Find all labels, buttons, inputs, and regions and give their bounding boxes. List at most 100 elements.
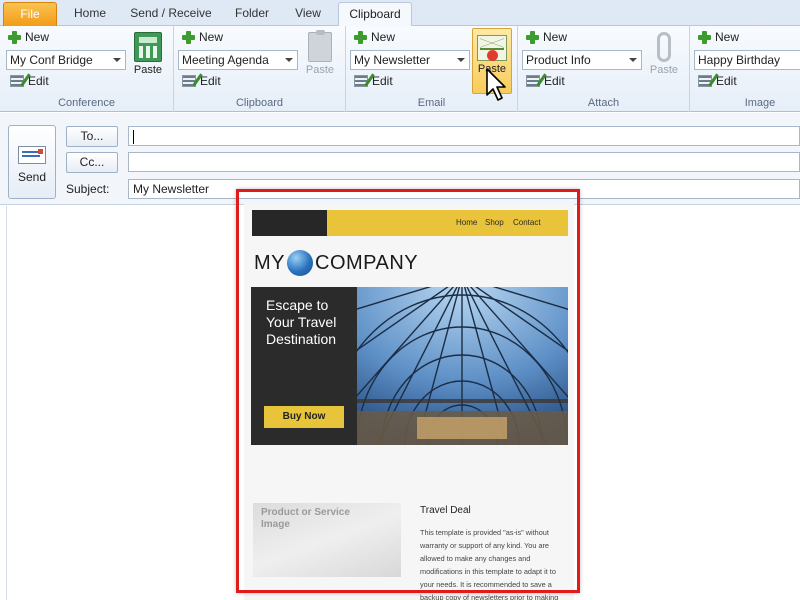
conference-paste-label: Paste bbox=[133, 64, 163, 76]
clipboard-combo-value: Meeting Agenda bbox=[182, 53, 269, 67]
newsletter-nav-home[interactable]: Home bbox=[456, 218, 477, 227]
attach-combo-value: Product Info bbox=[526, 53, 591, 67]
hero-headline: Escape to Your Travel Destination bbox=[266, 297, 337, 347]
group-label-attach: Attach bbox=[587, 97, 620, 109]
plus-icon bbox=[698, 30, 711, 44]
attach-new-label: New bbox=[543, 30, 568, 44]
image-combo[interactable]: Happy Birthday bbox=[694, 50, 800, 70]
clipboard-paste-label: Paste bbox=[305, 64, 335, 76]
group-label-conference: Conference bbox=[58, 97, 115, 109]
deal-title: Travel Deal bbox=[420, 505, 471, 516]
chevron-down-icon bbox=[113, 58, 121, 62]
attach-edit-label: Edit bbox=[544, 74, 565, 88]
buy-now-button[interactable]: Buy Now bbox=[264, 406, 344, 428]
cc-field[interactable] bbox=[128, 152, 800, 172]
plus-icon bbox=[354, 30, 367, 44]
tab-folder[interactable]: Folder bbox=[224, 2, 280, 26]
group-label-image: Image bbox=[744, 97, 776, 109]
plus-icon bbox=[8, 30, 21, 44]
image-new-label: New bbox=[715, 30, 740, 44]
chevron-down-icon bbox=[629, 58, 637, 62]
clipboard-edit-button[interactable]: Edit bbox=[182, 74, 221, 88]
tab-file[interactable]: File bbox=[3, 2, 57, 26]
logo-text-left: MY bbox=[254, 251, 285, 274]
send-mail-icon bbox=[18, 146, 46, 164]
attach-paste-button[interactable]: Paste bbox=[644, 32, 684, 76]
email-icon bbox=[477, 35, 507, 61]
email-new-label: New bbox=[371, 30, 396, 44]
tab-send-receive[interactable]: Send / Receive bbox=[124, 2, 218, 26]
image-new-button[interactable]: New bbox=[698, 30, 739, 44]
group-conference: New My Conf Bridge Edit Paste Conference bbox=[0, 26, 174, 112]
conference-paste-button[interactable]: Paste bbox=[128, 32, 168, 76]
product-image-placeholder: Product or Service Image bbox=[253, 503, 401, 577]
calculator-icon bbox=[134, 32, 162, 62]
attach-combo[interactable]: Product Info bbox=[522, 50, 642, 70]
newsletter-nav-dark-block bbox=[252, 210, 327, 236]
hero-banner: Escape to Your Travel Destination Buy No… bbox=[251, 287, 568, 445]
to-field[interactable] bbox=[128, 126, 800, 146]
tab-home[interactable]: Home bbox=[62, 2, 118, 26]
clipboard-icon bbox=[308, 30, 332, 62]
attach-paste-label: Paste bbox=[649, 64, 679, 76]
email-combo[interactable]: My Newsletter bbox=[350, 50, 470, 70]
image-combo-value: Happy Birthday bbox=[698, 53, 781, 67]
newsletter-nav-bar: Home Shop Contact bbox=[252, 210, 568, 236]
cc-button[interactable]: Cc... bbox=[66, 152, 118, 173]
group-label-clipboard: Clipboard bbox=[235, 97, 284, 109]
clipboard-edit-label: Edit bbox=[200, 74, 221, 88]
paperclip-icon bbox=[657, 32, 671, 62]
chevron-down-icon bbox=[285, 58, 293, 62]
ribbon: New My Conf Bridge Edit Paste Conference… bbox=[0, 26, 800, 112]
company-logo: MY COMPANY bbox=[254, 250, 418, 276]
newsletter-nav-shop[interactable]: Shop bbox=[485, 218, 504, 227]
edit-icon bbox=[10, 75, 24, 87]
newsletter: Home Shop Contact MY COMPANY Escape to Y… bbox=[244, 204, 574, 600]
group-attach: New Product Info Edit Paste Attach bbox=[518, 26, 690, 112]
logo-text-right: COMPANY bbox=[315, 251, 419, 274]
send-button[interactable]: Send bbox=[8, 125, 56, 199]
group-image: New Happy Birthday Edit Image bbox=[690, 26, 800, 112]
attach-edit-button[interactable]: Edit bbox=[526, 74, 565, 88]
to-button[interactable]: To... bbox=[66, 126, 118, 147]
subject-field[interactable]: My Newsletter bbox=[128, 179, 800, 199]
deal-text: This template is provided "as-is" withou… bbox=[420, 528, 559, 600]
email-combo-value: My Newsletter bbox=[354, 53, 431, 67]
text-caret bbox=[133, 129, 134, 144]
attach-new-button[interactable]: New bbox=[526, 30, 567, 44]
email-edit-label: Edit bbox=[372, 74, 393, 88]
tab-clipboard[interactable]: Clipboard bbox=[338, 2, 412, 27]
ribbon-tab-bar: File Home Send / Receive Folder View Cli… bbox=[0, 0, 800, 27]
tab-view[interactable]: View bbox=[284, 2, 332, 26]
mouse-cursor-icon bbox=[486, 68, 506, 101]
subject-label: Subject: bbox=[66, 182, 110, 196]
conference-edit-label: Edit bbox=[28, 74, 49, 88]
group-clipboard: New Meeting Agenda Edit Paste Clipboard bbox=[174, 26, 346, 112]
send-label: Send bbox=[17, 170, 47, 184]
compose-header: Send To... Cc... Subject: My Newsletter bbox=[0, 113, 800, 205]
email-edit-button[interactable]: Edit bbox=[354, 74, 393, 88]
clipboard-combo[interactable]: Meeting Agenda bbox=[178, 50, 298, 70]
clipboard-new-button[interactable]: New bbox=[182, 30, 223, 44]
body-margin-line bbox=[6, 206, 7, 600]
image-edit-button[interactable]: Edit bbox=[698, 74, 737, 88]
edit-icon bbox=[354, 75, 368, 87]
conference-new-label: New bbox=[25, 30, 50, 44]
email-new-button[interactable]: New bbox=[354, 30, 395, 44]
product-image-label: Product or Service Image bbox=[261, 507, 350, 530]
subject-field-value: My Newsletter bbox=[133, 182, 210, 196]
conference-edit-button[interactable]: Edit bbox=[10, 74, 49, 88]
image-edit-label: Edit bbox=[716, 74, 737, 88]
edit-icon bbox=[526, 75, 540, 87]
globe-icon bbox=[287, 250, 313, 276]
hero-dome-image bbox=[357, 287, 568, 445]
conference-combo-value: My Conf Bridge bbox=[10, 53, 93, 67]
clipboard-paste-button[interactable]: Paste bbox=[300, 30, 340, 76]
edit-icon bbox=[698, 75, 712, 87]
edit-icon bbox=[182, 75, 196, 87]
clipboard-new-label: New bbox=[199, 30, 224, 44]
plus-icon bbox=[182, 30, 195, 44]
newsletter-nav-contact[interactable]: Contact bbox=[513, 218, 541, 227]
conference-combo[interactable]: My Conf Bridge bbox=[6, 50, 126, 70]
conference-new-button[interactable]: New bbox=[8, 30, 49, 44]
